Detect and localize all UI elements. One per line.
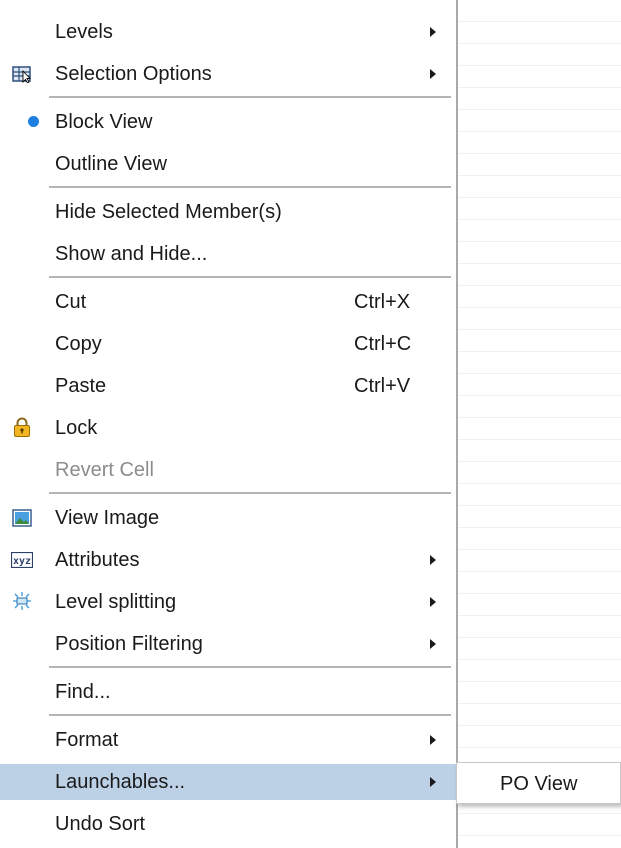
menu-item-hide-selected-members[interactable]: Hide Selected Member(s) xyxy=(6,194,452,230)
submenu-arrow-icon xyxy=(430,555,436,565)
menu-item-label: Outline View xyxy=(55,153,167,175)
menu-item-outline-view[interactable]: Outline View xyxy=(6,146,452,182)
menu-item-label: Attributes xyxy=(55,549,140,571)
submenu-arrow-icon xyxy=(430,735,436,745)
submenu-arrow-icon xyxy=(430,69,436,79)
menu-item-format[interactable]: Format xyxy=(6,722,452,758)
menu-item-cut[interactable]: Cut Ctrl+X xyxy=(6,284,452,320)
submenu-arrow-icon xyxy=(430,27,436,37)
menu-item-selection-options[interactable]: Selection Options xyxy=(6,56,452,92)
level-splitting-icon xyxy=(13,592,31,610)
menu-item-position-filtering[interactable]: Position Filtering xyxy=(6,626,452,662)
context-menu: Levels Selection Options Block View Outl… xyxy=(0,0,458,848)
menu-item-label: Cut xyxy=(55,291,87,313)
menu-item-revert-cell: Revert Cell xyxy=(6,452,452,488)
menu-item-label: Level splitting xyxy=(55,591,177,613)
menu-item-block-view[interactable]: Block View xyxy=(6,104,452,140)
menu-item-label: Undo Sort xyxy=(55,813,146,835)
menu-item-label: Position Filtering xyxy=(55,633,203,655)
menu-item-copy[interactable]: Copy Ctrl+C xyxy=(6,326,452,362)
lock-icon xyxy=(14,417,30,437)
background-grid xyxy=(456,0,621,848)
menu-item-label: Copy xyxy=(55,333,102,355)
launchables-submenu: PO View xyxy=(456,762,621,804)
menu-item-label: Find... xyxy=(55,681,111,703)
menu-item-undo-sort[interactable]: Undo Sort xyxy=(6,806,452,842)
menu-item-label: Paste xyxy=(55,375,107,397)
menu-item-view-image[interactable]: View Image xyxy=(6,500,452,536)
menu-separator xyxy=(49,714,451,716)
menu-item-show-and-hide[interactable]: Show and Hide... xyxy=(6,236,452,272)
menu-item-label: Block View xyxy=(55,111,153,133)
submenu-arrow-icon xyxy=(430,597,436,607)
menu-separator xyxy=(49,492,451,494)
menu-item-label: Hide Selected Member(s) xyxy=(55,201,282,223)
menu-item-label: View Image xyxy=(55,507,160,529)
menu-item-label: Launchables... xyxy=(55,771,186,793)
menu-item-label: Revert Cell xyxy=(55,459,154,481)
image-icon xyxy=(12,509,32,527)
menu-item-label: Lock xyxy=(55,417,98,439)
svg-text:xyz: xyz xyxy=(13,556,31,567)
xyz-attributes-icon: xyz xyxy=(11,552,33,568)
menu-item-label: Selection Options xyxy=(55,63,212,85)
menu-item-launchables[interactable]: Launchables... xyxy=(0,764,456,800)
menu-item-label: Levels xyxy=(55,21,113,43)
menu-item-find[interactable]: Find... xyxy=(6,674,452,710)
selection-options-icon xyxy=(12,66,32,83)
menu-separator xyxy=(49,666,451,668)
menu-item-level-splitting[interactable]: Level splitting xyxy=(6,584,452,620)
menu-separator xyxy=(49,276,451,278)
menu-item-attributes[interactable]: xyz Attributes xyxy=(6,542,452,578)
submenu-arrow-icon xyxy=(430,777,436,787)
menu-item-paste[interactable]: Paste Ctrl+V xyxy=(6,368,452,404)
menu-item-lock[interactable]: Lock xyxy=(6,410,452,446)
menu-item-label: Format xyxy=(55,729,119,751)
menu-item-levels[interactable]: Levels xyxy=(6,14,452,50)
radio-selected-icon xyxy=(28,116,39,127)
shortcut-label: Ctrl+V xyxy=(354,375,411,397)
menu-item-label: Show and Hide... xyxy=(55,243,208,265)
submenu-item-po-view[interactable]: PO View xyxy=(500,773,577,796)
shortcut-label: Ctrl+X xyxy=(354,291,411,313)
submenu-arrow-icon xyxy=(430,639,436,649)
shortcut-label: Ctrl+C xyxy=(354,333,412,355)
menu-separator xyxy=(49,186,451,188)
menu-separator xyxy=(49,96,451,98)
